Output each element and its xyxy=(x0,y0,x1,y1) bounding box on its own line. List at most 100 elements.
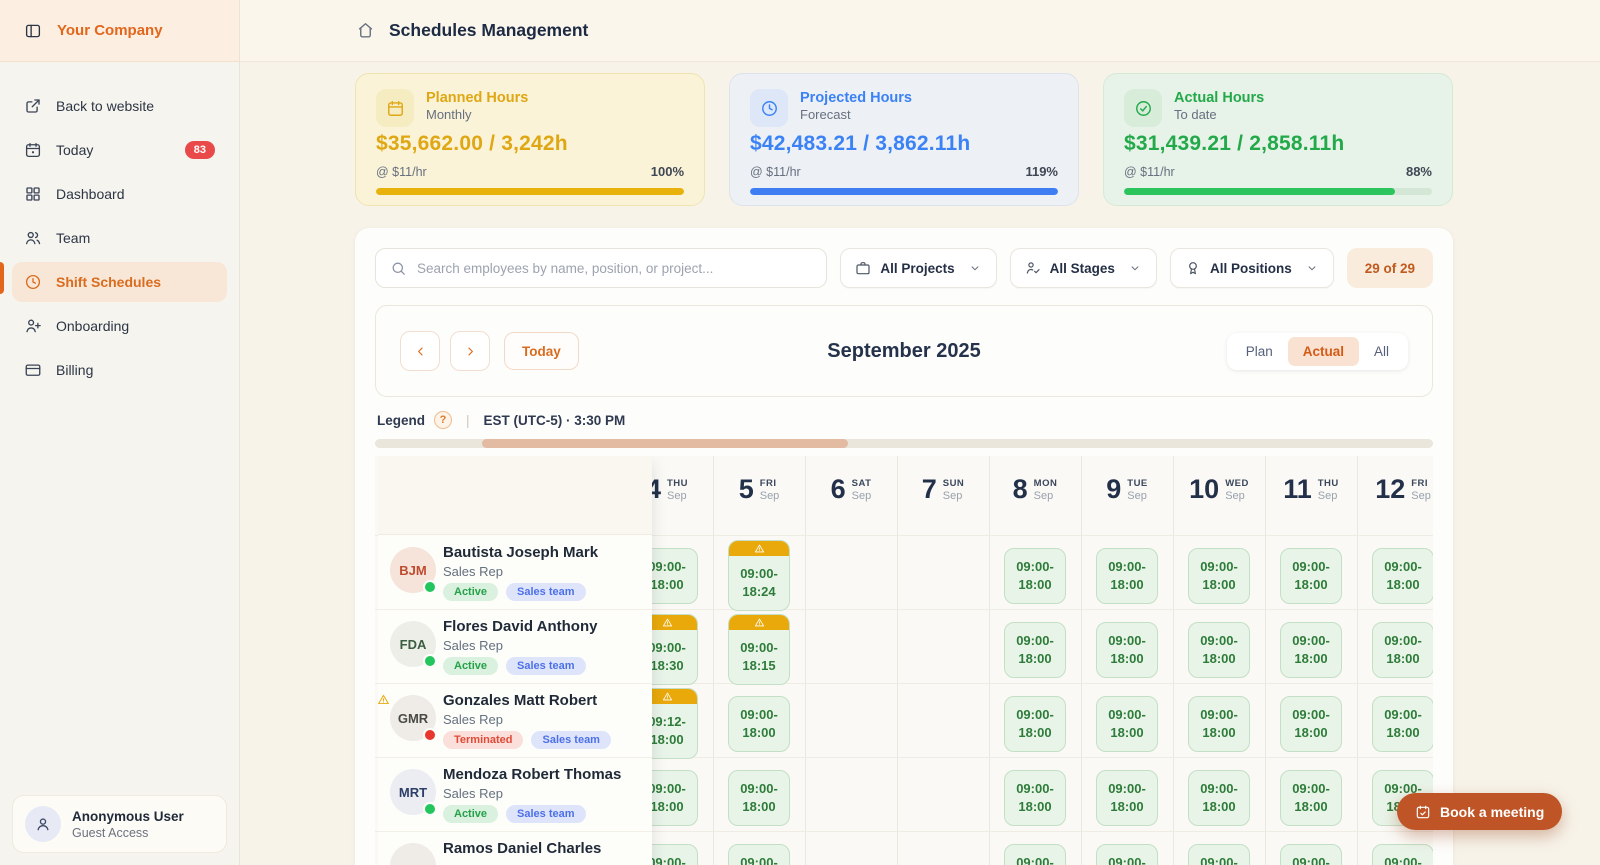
shift-time: 09:00- 18:00 xyxy=(1016,633,1054,666)
divider: | xyxy=(466,412,470,428)
page-title: Schedules Management xyxy=(389,20,589,40)
shift-cell[interactable]: 09:00- 18:00 xyxy=(1096,622,1158,678)
next-button[interactable] xyxy=(450,331,490,371)
shift-cell[interactable]: 09:00- 18:00 xyxy=(1096,844,1158,865)
shift-cell[interactable]: 09:00- 18:00 xyxy=(728,770,790,826)
user-name: Anonymous User xyxy=(72,808,184,824)
projects-filter[interactable]: All Projects xyxy=(840,248,997,288)
shift-cell[interactable]: 09:00- 18:00 xyxy=(1280,770,1342,826)
employee-badges: Terminated Sales team xyxy=(443,731,611,749)
sidebar-item-billing[interactable]: Billing xyxy=(12,350,227,390)
shift-cell[interactable]: 09:00- 18:00 xyxy=(1188,844,1250,865)
shift-cell[interactable]: 09:00- 18:00 xyxy=(1188,770,1250,826)
employee-row-divider xyxy=(378,609,652,610)
employee-row[interactable]: FDA Flores David Anthony Sales Rep Active Sa… xyxy=(378,613,652,687)
status-dot xyxy=(423,580,437,594)
prev-button[interactable] xyxy=(400,331,440,371)
clock-icon xyxy=(24,273,42,291)
users-icon xyxy=(24,229,42,247)
shift-cell[interactable]: 09:00- 18:00 xyxy=(1372,622,1433,678)
sidebar-item-back-to-website[interactable]: Back to website xyxy=(12,86,227,126)
help-icon[interactable]: ? xyxy=(434,411,453,429)
stat-percent: 100% xyxy=(650,164,684,179)
status-badge: Active xyxy=(443,657,499,675)
day-header-6: 6 SAT Sep xyxy=(831,476,872,503)
shift-cell[interactable]: 09:00- 18:00 xyxy=(1188,548,1250,604)
shift-cell[interactable]: 09:00- 18:00 xyxy=(1004,844,1066,865)
sidebar-toggle-icon[interactable] xyxy=(24,22,42,40)
shift-cell[interactable]: 09:00- 18:00 xyxy=(1096,548,1158,604)
employee-role: Sales Rep xyxy=(443,712,503,727)
view-segment-actual[interactable]: Actual xyxy=(1287,336,1359,366)
legend-row: Legend ? | EST (UTC-5) · 3:30 PM xyxy=(377,409,1433,431)
stat-title: Planned Hours xyxy=(426,90,529,106)
shift-time: 09:00- 18:00 xyxy=(1200,559,1238,592)
content: Planned Hours Monthly $35,662.00 / 3,242h @… xyxy=(355,73,1453,865)
employee-row[interactable]: BJM Bautista Joseph Mark Sales Rep Active Sa… xyxy=(378,539,652,613)
day-month: Sep xyxy=(1033,490,1054,502)
employee-name: Flores David Anthony xyxy=(443,618,598,635)
shift-cell[interactable]: 09:00- 18:00 xyxy=(1188,622,1250,678)
sidebar-item-onboarding[interactable]: Onboarding xyxy=(12,306,227,346)
shift-cell-warning[interactable]: 09:00- 18:24 xyxy=(728,540,790,611)
shift-cell[interactable]: 09:00- 18:00 xyxy=(1372,548,1433,604)
user-card[interactable]: Anonymous User Guest Access xyxy=(12,795,227,853)
shift-cell[interactable]: 09:00- 18:00 xyxy=(1188,696,1250,752)
search-input[interactable] xyxy=(417,260,813,276)
grid-column-divider xyxy=(897,456,898,865)
shift-cell[interactable]: 09:00- 18:00 xyxy=(1004,770,1066,826)
sidebar-item-today[interactable]: Today 83 xyxy=(12,130,227,170)
sidebar-item-team[interactable]: Team xyxy=(12,218,227,258)
book-meeting-button[interactable]: Book a meeting xyxy=(1397,793,1563,830)
shift-cell[interactable]: 09:00- 18:00 xyxy=(728,844,790,865)
day-number: 12 xyxy=(1375,474,1406,504)
employee-row-divider xyxy=(378,683,652,684)
employee-row[interactable]: GMR Gonzales Matt Robert Sales Rep Terminat… xyxy=(378,687,652,761)
shift-cell[interactable]: 09:00- 18:00 xyxy=(1280,696,1342,752)
employee-row[interactable]: Ramos Daniel Charles xyxy=(378,835,652,865)
day-month: Sep xyxy=(759,490,780,502)
scrollbar-thumb[interactable] xyxy=(482,439,848,448)
chevron-right-icon xyxy=(463,344,478,359)
calendar-icon xyxy=(376,89,414,127)
day-header-12: 12 FRI Sep xyxy=(1375,476,1431,503)
employee-name: Ramos Daniel Charles xyxy=(443,840,602,857)
shift-cell[interactable]: 09:00- 18:00 xyxy=(1096,770,1158,826)
avatar: BJM xyxy=(390,547,437,594)
shift-cell[interactable]: 09:00- 18:00 xyxy=(1280,844,1342,865)
stat-rate: @ $11/hr xyxy=(1124,164,1175,179)
team-badge: Sales team xyxy=(531,731,611,749)
shift-cell[interactable]: 09:00- 18:00 xyxy=(1004,622,1066,678)
credit-card-icon xyxy=(24,361,42,379)
shift-cell[interactable]: 09:00- 18:00 xyxy=(1004,696,1066,752)
shift-cell-warning[interactable]: 09:00- 18:15 xyxy=(728,614,790,685)
shift-cell[interactable]: 09:00- 18:00 xyxy=(1280,622,1342,678)
stages-filter-label: All Stages xyxy=(1049,260,1115,276)
shift-cell[interactable]: 09:00- 18:00 xyxy=(1280,548,1342,604)
view-segment-plan[interactable]: Plan xyxy=(1231,337,1288,366)
award-icon xyxy=(1185,260,1201,276)
shift-cell[interactable]: 09:00- 18:00 xyxy=(1372,696,1433,752)
view-segment-all[interactable]: All xyxy=(1359,337,1404,366)
shift-time: 09:00- 18:00 xyxy=(1016,707,1054,740)
home-icon xyxy=(356,21,375,40)
day-number: 9 xyxy=(1106,474,1122,504)
stat-rate: @ $11/hr xyxy=(376,164,427,179)
shift-cell[interactable]: 09:00- 18:00 xyxy=(1096,696,1158,752)
employee-row[interactable]: MRT Mendoza Robert Thomas Sales Rep Active S… xyxy=(378,761,652,835)
external-link-icon xyxy=(24,97,42,115)
stat-card-projected-hours: Projected Hours Forecast $42,483.21 / 3,86… xyxy=(729,73,1079,206)
shift-cell[interactable]: 09:00- 18:00 xyxy=(1004,548,1066,604)
stages-filter[interactable]: All Stages xyxy=(1009,248,1157,288)
shift-cell[interactable]: 09:00- 18:00 xyxy=(728,696,790,752)
shift-cell[interactable]: 09:00- 18:00 xyxy=(1372,844,1433,865)
employee-row-divider xyxy=(378,831,652,832)
shift-time: 09:00- 18:00 xyxy=(1292,559,1330,592)
day-of-week: THU xyxy=(667,478,689,489)
sidebar-item-dashboard[interactable]: Dashboard xyxy=(12,174,227,214)
positions-filter[interactable]: All Positions xyxy=(1169,248,1334,288)
sidebar-item-shift-schedules[interactable]: Shift Schedules xyxy=(12,262,227,302)
shift-time: 09:00- 18:00 xyxy=(1292,707,1330,740)
today-button[interactable]: Today xyxy=(504,332,579,370)
shift-time: 09:00- 18:00 xyxy=(1108,781,1146,814)
